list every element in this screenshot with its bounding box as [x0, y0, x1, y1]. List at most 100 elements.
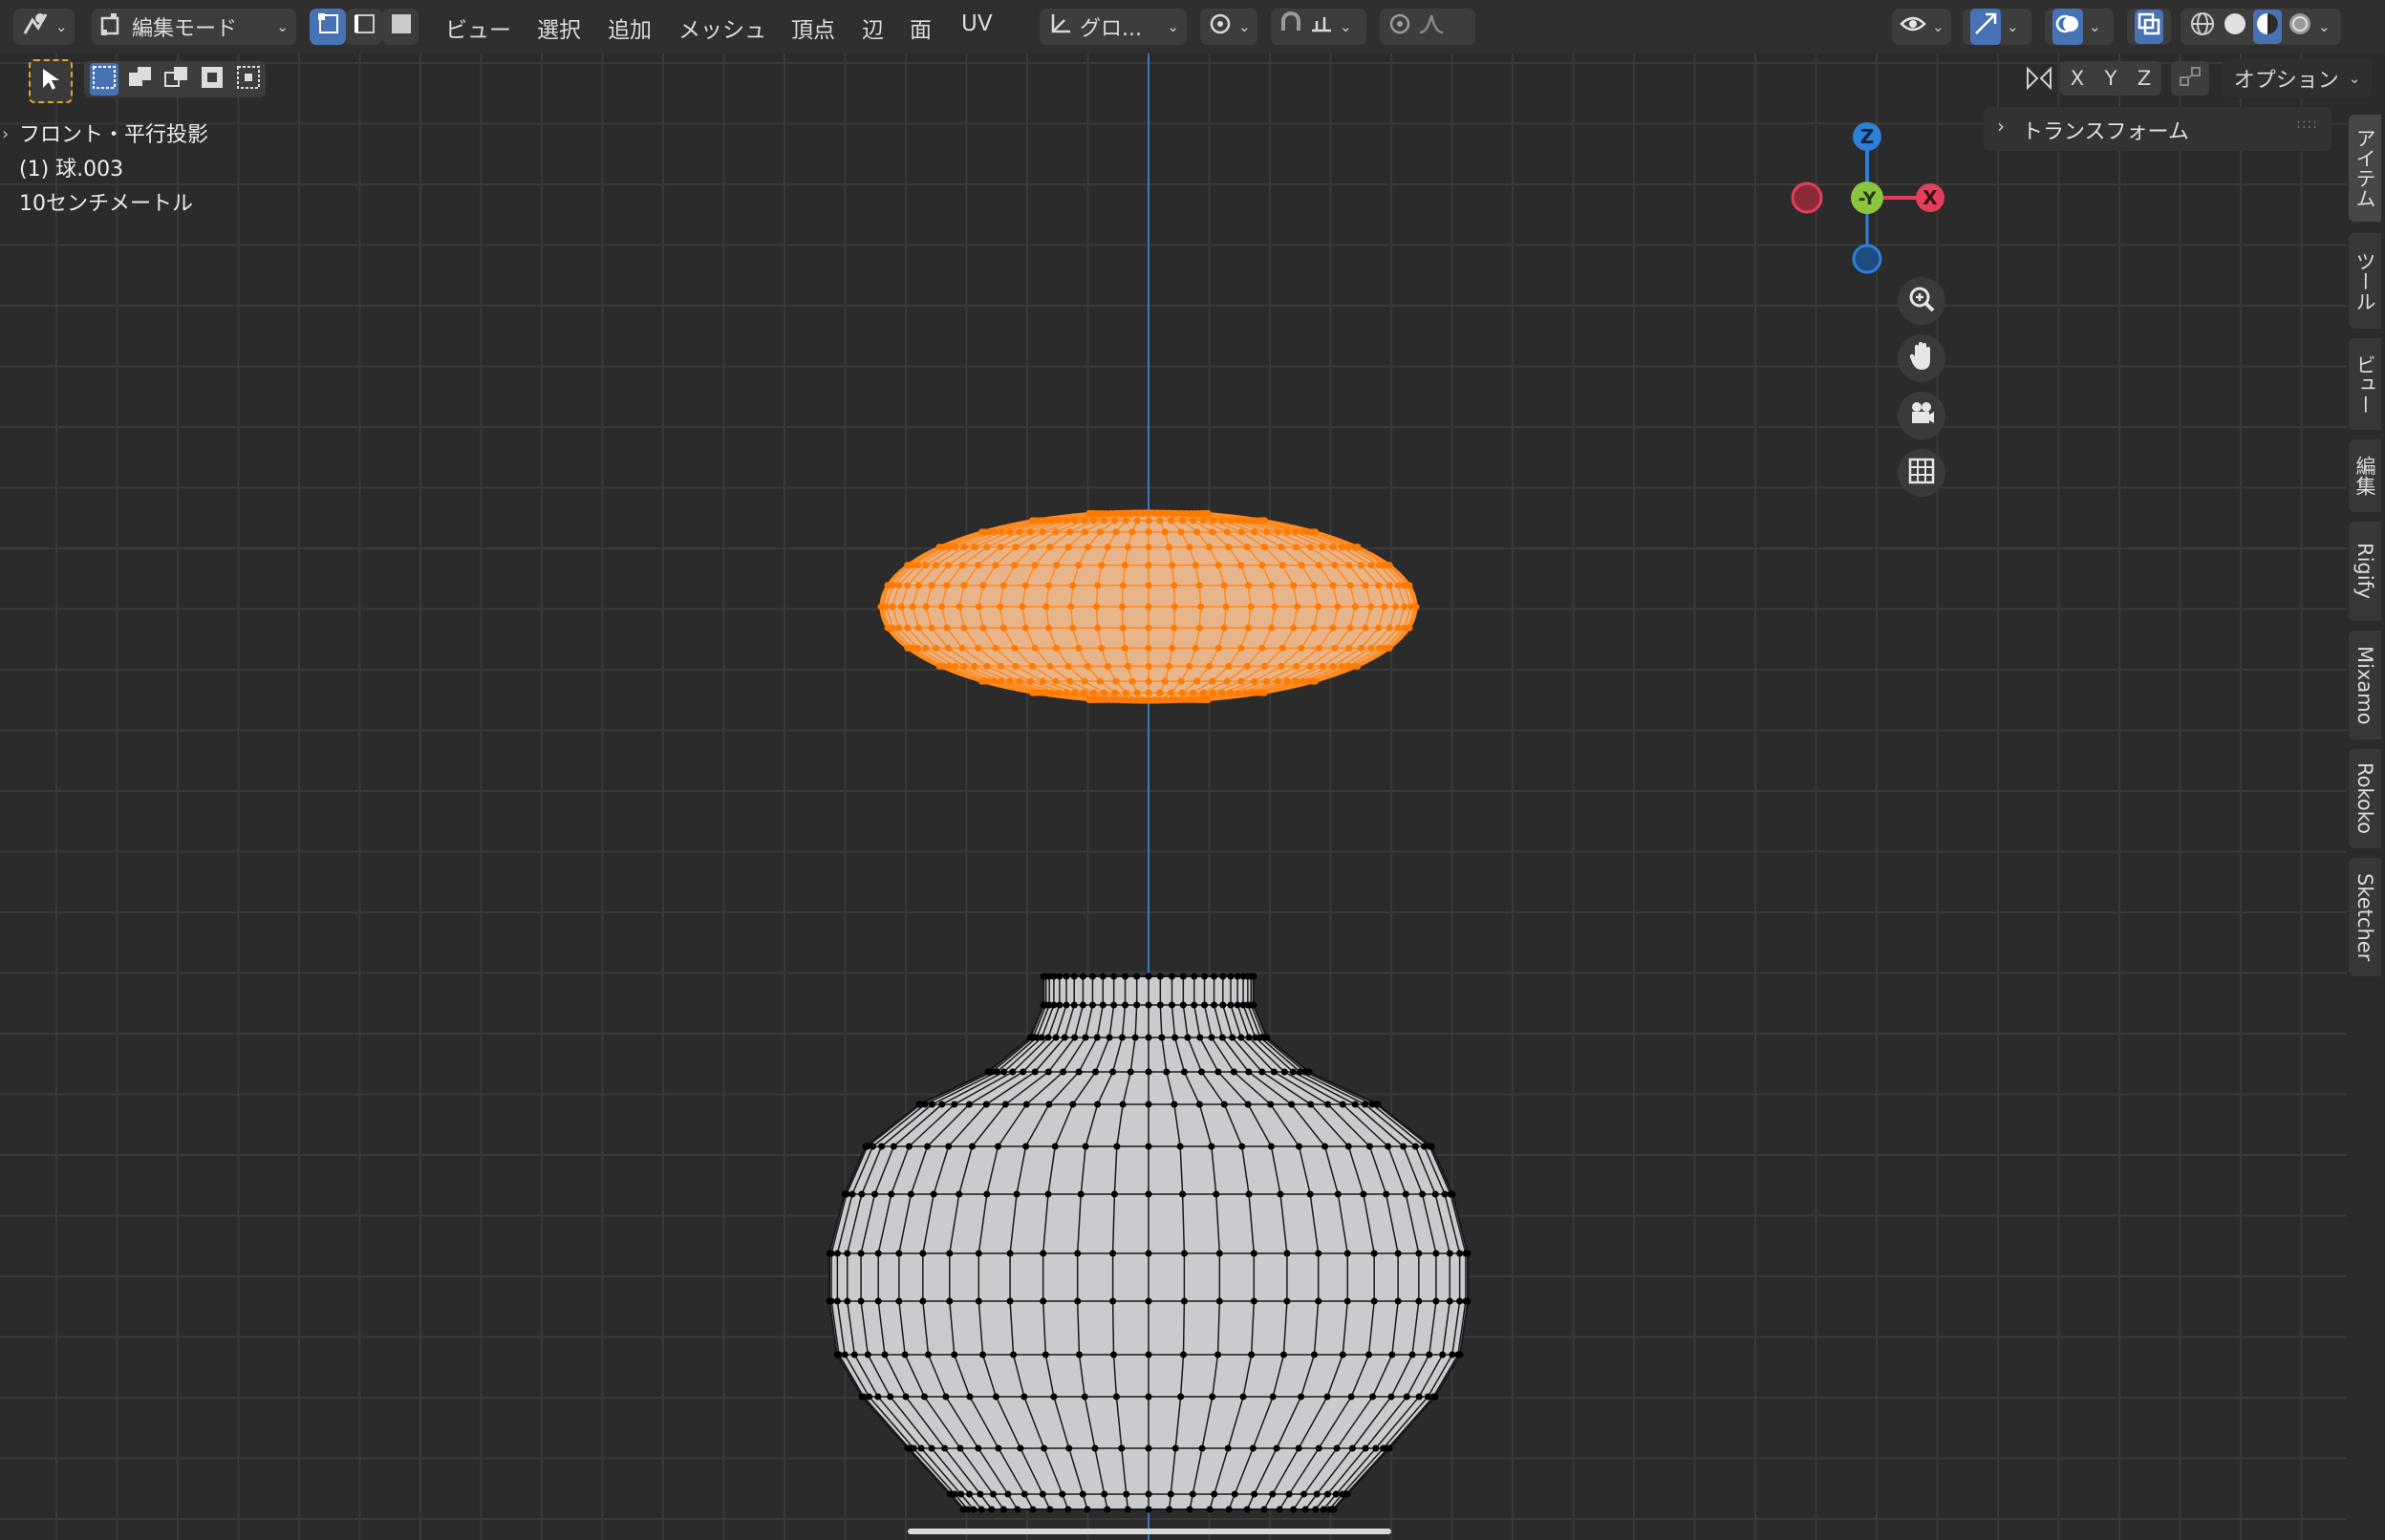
select-intersect-icon[interactable] — [235, 63, 264, 96]
drag-handle-icon[interactable]: :::: — [2296, 117, 2318, 132]
gizmo-icon — [1970, 9, 2001, 45]
editor-type-button[interactable]: ⌄ — [13, 9, 75, 45]
overlay-toggle[interactable]: ⌄ — [2045, 9, 2114, 45]
select-tool-button[interactable] — [29, 59, 73, 103]
gizmo-x-label: X — [1923, 186, 1938, 209]
overlay-icon — [2052, 9, 2083, 45]
gizmo-neg-y-label: -Y — [1859, 188, 1877, 209]
wireframe-shading-icon[interactable] — [2188, 10, 2217, 44]
mirror-y-button[interactable]: Y — [2105, 67, 2117, 90]
eye-icon — [1900, 12, 1926, 41]
menu-uv[interactable]: UV — [961, 11, 993, 36]
flattened-sphere-mesh — [877, 509, 1420, 704]
material-shading-icon[interactable] — [2253, 10, 2282, 44]
menu-edge[interactable]: 辺 — [862, 11, 884, 44]
magnet-icon — [1278, 11, 1303, 42]
tab-edit[interactable]: 編集 — [2349, 439, 2381, 512]
tab-mixamo[interactable]: Mixamo — [2349, 631, 2381, 739]
viewport-header: ⌄ 編集モード ⌄ ビュー 選択 追加 メッシュ 頂点 辺 面 UV グロ... — [0, 0, 2385, 53]
pan-button[interactable] — [1898, 334, 1945, 382]
falloff-curve-icon — [1418, 11, 1445, 42]
orientation-icon — [1047, 11, 1074, 43]
tool-settings-row: X Y Z オプション ⌄ — [0, 53, 2385, 103]
menu-select[interactable]: 選択 — [537, 11, 581, 44]
proportional-edit-toggle[interactable] — [1380, 9, 1475, 45]
navigation-gizmo[interactable]: Z X -Y — [1787, 115, 1959, 277]
transform-section-label: トランスフォーム — [2022, 120, 2189, 144]
menu-mesh[interactable]: メッシュ — [678, 11, 766, 44]
mode-dropdown[interactable]: 編集モード ⌄ — [92, 9, 296, 45]
gizmo-z-label: Z — [1860, 125, 1875, 148]
snap-toggle[interactable]: ⌄ — [1271, 9, 1366, 45]
orientation-label: グロ... — [1080, 17, 1142, 41]
viewport-canvas — [0, 53, 2347, 1540]
tab-tool[interactable]: ツール — [2349, 233, 2381, 329]
rendered-shading-icon[interactable] — [2286, 10, 2314, 44]
select-subtract-icon[interactable] — [162, 63, 191, 96]
tab-item[interactable]: アイテム — [2349, 115, 2381, 222]
toolbar-expand-arrow[interactable]: › — [2, 124, 9, 144]
topology-icon — [2178, 64, 2202, 93]
grid-scale-label: 10センチメートル — [19, 192, 193, 216]
select-new-icon[interactable] — [90, 63, 118, 96]
editor-type-icon — [21, 11, 50, 43]
vertex-select-icon — [317, 12, 340, 41]
gizmo-neg-x-axis[interactable] — [1791, 182, 1823, 214]
pivot-icon — [1208, 11, 1233, 42]
transform-orientation-dropdown[interactable]: グロ... ⌄ — [1040, 9, 1187, 45]
tab-sketcher[interactable]: Sketcher — [2349, 858, 2381, 976]
zoom-button[interactable] — [1898, 277, 1945, 325]
face-select-icon — [390, 12, 413, 41]
cursor-arrow-icon — [40, 67, 61, 96]
xray-icon — [2135, 10, 2163, 44]
zoom-icon — [1907, 285, 1936, 317]
xray-toggle[interactable] — [2127, 9, 2171, 45]
select-extend-icon[interactable] — [126, 63, 155, 96]
chevron-down-icon: ⌄ — [1932, 18, 1945, 35]
resize-bar[interactable] — [908, 1529, 1391, 1534]
solid-shading-icon[interactable] — [2221, 10, 2249, 44]
chevron-right-icon: › — [1997, 115, 2005, 138]
pivot-point-dropdown[interactable]: ⌄ — [1200, 9, 1257, 45]
transform-panel-header[interactable]: › トランスフォーム :::: — [1984, 107, 2331, 151]
chevron-down-icon: ⌄ — [1167, 18, 1179, 35]
edge-select-button[interactable] — [346, 9, 382, 45]
hand-icon — [1907, 341, 1936, 375]
chevron-down-icon: ⌄ — [2007, 18, 2019, 35]
menu-face[interactable]: 面 — [910, 11, 932, 44]
mirror-axis-group: X Y Z — [2060, 61, 2161, 96]
mirror-icon[interactable] — [2024, 63, 2054, 97]
topology-mirror-button[interactable] — [2171, 61, 2209, 96]
3d-viewport[interactable] — [0, 53, 2347, 1540]
chevron-down-icon: ⌄ — [276, 18, 289, 35]
menu-view[interactable]: ビュー — [445, 11, 511, 44]
gizmo-neg-z-axis[interactable] — [1852, 244, 1882, 274]
chevron-down-icon[interactable]: ⌄ — [2318, 18, 2331, 35]
proportional-edit-icon — [1387, 11, 1412, 42]
chevron-down-icon: ⌄ — [2089, 18, 2101, 35]
snap-increment-icon — [1309, 11, 1334, 42]
options-label: オプション — [2233, 69, 2339, 93]
face-select-button[interactable] — [382, 9, 419, 45]
mode-label: 編集モード — [132, 17, 238, 41]
perspective-toggle-button[interactable] — [1898, 449, 1945, 497]
options-dropdown[interactable]: オプション ⌄ — [2223, 59, 2372, 97]
gizmo-toggle[interactable]: ⌄ — [1963, 9, 2031, 45]
tab-rokoko[interactable]: Rokoko — [2349, 749, 2381, 848]
camera-view-button[interactable] — [1898, 392, 1945, 439]
menu-vertex[interactable]: 頂点 — [791, 11, 835, 44]
menu-add[interactable]: 追加 — [608, 11, 652, 44]
edge-select-icon — [354, 12, 376, 41]
tab-view[interactable]: ビュー — [2349, 338, 2381, 430]
vase-mesh — [826, 973, 1472, 1513]
camera-icon — [1907, 399, 1936, 432]
chevron-down-icon: ⌄ — [1340, 18, 1352, 35]
mirror-x-button[interactable]: X — [2071, 67, 2084, 90]
vertex-select-button[interactable] — [310, 9, 346, 45]
chevron-down-icon: ⌄ — [1238, 18, 1251, 35]
edit-mode-icon — [99, 11, 126, 43]
select-invert-icon[interactable] — [199, 63, 227, 96]
visibility-dropdown[interactable]: ⌄ — [1892, 9, 1951, 45]
tab-rigify[interactable]: Rigify — [2349, 522, 2381, 621]
mirror-z-button[interactable]: Z — [2138, 67, 2151, 90]
